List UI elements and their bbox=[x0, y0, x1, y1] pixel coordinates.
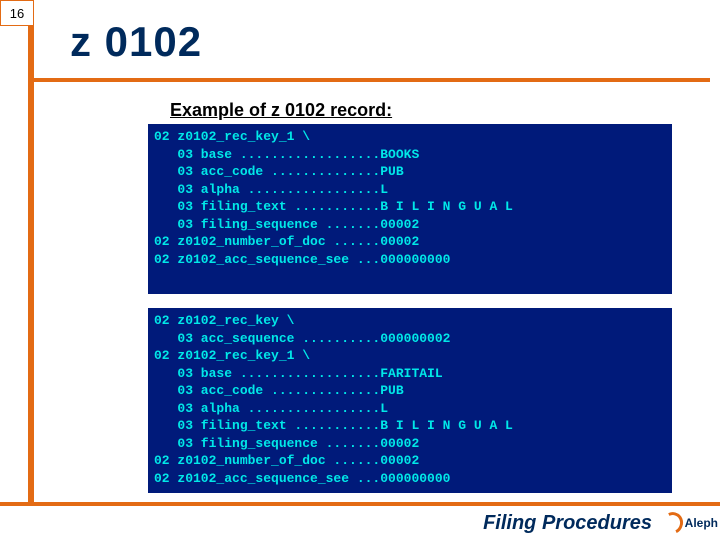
footer: Filing Procedures Aleph bbox=[0, 502, 720, 540]
title-rule bbox=[34, 78, 710, 82]
slide-number: 16 bbox=[10, 6, 24, 21]
logo-text: Aleph bbox=[685, 516, 718, 530]
terminal-block-1: 02 z0102_rec_key_1 \ 03 base ...........… bbox=[148, 124, 672, 294]
footer-title: Filing Procedures bbox=[483, 512, 652, 535]
logo-swoosh-icon bbox=[659, 509, 686, 537]
logo: Aleph bbox=[662, 507, 718, 539]
slide: 16 z 0102 Example of z 0102 record: 02 z… bbox=[0, 0, 720, 540]
subheading: Example of z 0102 record: bbox=[170, 100, 392, 121]
slide-title: z 0102 bbox=[70, 18, 202, 66]
terminal-block-2: 02 z0102_rec_key \ 03 acc_sequence .....… bbox=[148, 308, 672, 493]
slide-number-box: 16 bbox=[0, 0, 34, 26]
